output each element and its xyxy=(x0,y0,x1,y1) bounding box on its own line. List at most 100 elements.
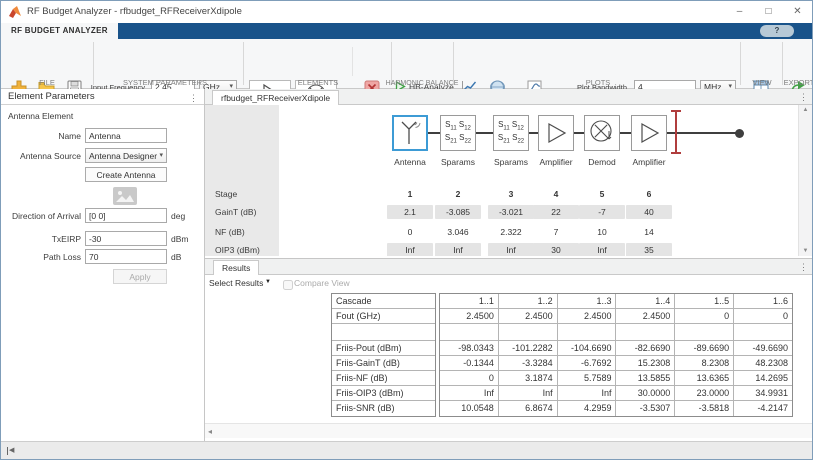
results-cell[interactable]: 5.7589 xyxy=(558,371,617,385)
stage-table-cell[interactable]: 14 xyxy=(626,227,672,237)
name-field[interactable] xyxy=(85,128,167,143)
results-cell[interactable]: -6.7692 xyxy=(558,356,617,370)
stage-table-cell[interactable]: 0 xyxy=(387,227,433,237)
results-header-cell[interactable]: 1..1 xyxy=(440,294,499,308)
stage-table-cell[interactable]: 30 xyxy=(533,243,579,256)
results-cell[interactable]: 0 xyxy=(734,309,792,323)
stage-table-cell[interactable]: 2 xyxy=(435,189,481,199)
results-cell[interactable] xyxy=(616,324,675,340)
results-cell[interactable]: 2.4500 xyxy=(499,309,558,323)
results-cell[interactable]: 6.8674 xyxy=(499,401,558,416)
diagram-element-sparams[interactable]: S11 S12S21 S22 xyxy=(440,115,476,151)
stage-table-cell[interactable]: 3 xyxy=(488,189,534,199)
close-icon[interactable]: ✕ xyxy=(783,1,812,23)
diagram-element-demod[interactable] xyxy=(584,115,620,151)
stage-table-cell[interactable]: 5 xyxy=(579,189,625,199)
results-cell[interactable]: 30.0000 xyxy=(616,386,675,400)
results-cell[interactable]: -104.6690 xyxy=(558,341,617,355)
results-cell[interactable] xyxy=(499,324,558,340)
path-loss-field[interactable] xyxy=(85,249,167,264)
results-header-cell[interactable]: 1..4 xyxy=(616,294,675,308)
select-results-button[interactable]: Select Results xyxy=(209,278,263,288)
results-cell[interactable]: -3.5307 xyxy=(616,401,675,416)
stage-table-cell[interactable]: 2.1 xyxy=(387,205,433,219)
panel-menu-icon[interactable]: ⋮ xyxy=(189,91,198,106)
stage-table-cell[interactable]: -7 xyxy=(579,205,625,219)
tx-eirp-field[interactable] xyxy=(85,231,167,246)
create-antenna-button[interactable]: Create Antenna xyxy=(85,167,167,182)
stage-table-cell[interactable]: Inf xyxy=(488,243,534,256)
results-cell[interactable]: 23.0000 xyxy=(675,386,734,400)
maximize-icon[interactable]: □ xyxy=(754,1,783,23)
stage-table-cell[interactable]: Inf xyxy=(387,243,433,256)
results-cell[interactable]: 15.2308 xyxy=(616,356,675,370)
results-cell[interactable]: 8.2308 xyxy=(675,356,734,370)
select-results-arrow-icon[interactable]: ▼ xyxy=(265,279,271,285)
help-icon[interactable]: ? xyxy=(760,25,794,37)
results-cell[interactable]: -89.6690 xyxy=(675,341,734,355)
apply-button[interactable]: Apply xyxy=(113,269,167,284)
antenna-source-select[interactable]: Antenna Designer ▾ xyxy=(85,148,167,163)
results-cell[interactable]: 14.2695 xyxy=(734,371,792,385)
tab-results[interactable]: Results xyxy=(213,260,259,275)
results-cell[interactable]: 10.0548 xyxy=(440,401,499,416)
diagram-element-amplifier[interactable] xyxy=(631,115,667,151)
results-cell[interactable]: -0.1344 xyxy=(440,356,499,370)
stage-table-cell[interactable]: Inf xyxy=(435,243,481,256)
results-cell[interactable]: -82.6690 xyxy=(616,341,675,355)
results-cell[interactable]: -3.5818 xyxy=(675,401,734,416)
diagram-element-amplifier[interactable] xyxy=(538,115,574,151)
diagram-element-sparams[interactable]: S11 S12S21 S22 xyxy=(493,115,529,151)
results-horizontal-scrollbar[interactable]: ◂ xyxy=(205,423,813,438)
results-cell[interactable]: 13.6365 xyxy=(675,371,734,385)
results-header-cell[interactable]: 1..2 xyxy=(499,294,558,308)
results-cell[interactable]: 4.2959 xyxy=(558,401,617,416)
results-cell[interactable]: Inf xyxy=(440,386,499,400)
scroll-left-icon[interactable]: ◂ xyxy=(208,427,212,436)
results-cell[interactable]: 3.1874 xyxy=(499,371,558,385)
results-cell[interactable]: -101.2282 xyxy=(499,341,558,355)
stage-table-cell[interactable]: 6 xyxy=(626,189,672,199)
collapse-left-icon[interactable]: ◀ xyxy=(7,447,14,455)
results-header-cell[interactable]: 1..5 xyxy=(675,294,734,308)
diagram-vertical-scrollbar[interactable]: ▲ ▼ xyxy=(798,105,812,256)
direction-of-arrival-field[interactable] xyxy=(85,208,167,223)
results-cell[interactable]: Inf xyxy=(558,386,617,400)
scroll-down-icon[interactable]: ▼ xyxy=(799,248,812,254)
diagram-element-antenna[interactable] xyxy=(392,115,428,151)
stage-table-cell[interactable]: 7 xyxy=(533,227,579,237)
results-cell[interactable]: 34.9931 xyxy=(734,386,792,400)
results-cell[interactable]: 2.4500 xyxy=(440,309,499,323)
stage-table-cell[interactable]: 2.322 xyxy=(488,227,534,237)
results-cell[interactable] xyxy=(440,324,499,340)
results-cell[interactable]: Inf xyxy=(499,386,558,400)
ribbon-tab-rf-budget-analyzer[interactable]: RF BUDGET ANALYZER xyxy=(1,23,118,39)
results-cell[interactable]: 2.4500 xyxy=(558,309,617,323)
results-cell[interactable]: -3.3284 xyxy=(499,356,558,370)
results-cell[interactable]: 13.5855 xyxy=(616,371,675,385)
results-cell[interactable]: 0 xyxy=(675,309,734,323)
stage-table-cell[interactable]: 22 xyxy=(533,205,579,219)
panel-menu-icon[interactable]: ⋮ xyxy=(799,262,808,273)
stage-table-cell[interactable]: 10 xyxy=(579,227,625,237)
stage-table-cell[interactable]: 35 xyxy=(626,243,672,256)
results-cell[interactable] xyxy=(675,324,734,340)
results-cell[interactable] xyxy=(734,324,792,340)
stage-table-cell[interactable]: 4 xyxy=(533,189,579,199)
stage-table-cell[interactable]: 3.046 xyxy=(435,227,481,237)
results-cell[interactable]: 2.4500 xyxy=(616,309,675,323)
tab-rfbudget-document[interactable]: rfbudget_RFReceiverXdipole xyxy=(212,90,339,105)
stage-table-cell[interactable]: 1 xyxy=(387,189,433,199)
results-header-cell[interactable]: 1..6 xyxy=(734,294,792,308)
scroll-up-icon[interactable]: ▲ xyxy=(799,107,812,113)
results-cell[interactable]: 0 xyxy=(440,371,499,385)
stage-table-cell[interactable]: -3.021 xyxy=(488,205,534,219)
stage-table-cell[interactable]: 40 xyxy=(626,205,672,219)
results-cell[interactable]: -98.0343 xyxy=(440,341,499,355)
compare-view-checkbox[interactable] xyxy=(283,280,293,290)
results-cell[interactable] xyxy=(558,324,617,340)
stage-table-cell[interactable]: Inf xyxy=(579,243,625,256)
panel-menu-icon[interactable]: ⋮ xyxy=(799,92,808,103)
results-header-cell[interactable]: 1..3 xyxy=(558,294,617,308)
results-cell[interactable]: -4.2147 xyxy=(734,401,792,416)
